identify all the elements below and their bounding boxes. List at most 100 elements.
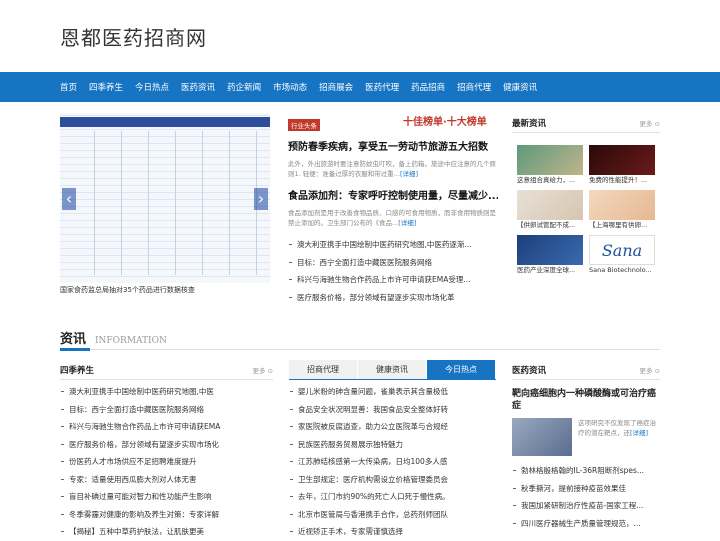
latest-more-label: 更多 xyxy=(639,119,653,128)
seasonal-health-column: 四季养生 更多 ⊙ 澳大利亚携手中国绘制中医药研究地图,中医 目标：西宁全面打造… xyxy=(60,360,273,541)
pharma-news-column: 医药资讯 更多 ⊙ 靶向癌细胞内一种磷酸酶或可治疗癌症 这项研究不仅发现了癌症治… xyxy=(512,360,660,532)
thumb-caption[interactable]: 免费的性能提升！... xyxy=(589,175,657,186)
nav-market[interactable]: 市场动态 xyxy=(273,81,307,93)
slider-prev-icon[interactable]: ‹ xyxy=(62,188,76,210)
list-item[interactable]: 秋季撕河，提前接种疫苗效果佳 xyxy=(512,480,660,498)
thumb-item[interactable]: Sana Sana Biotechnolo... xyxy=(589,235,657,276)
seasonal-health-list: 澳大利亚携手中国绘制中医药研究地图,中医 目标：西宁全面打造中藏医医院服务网络 … xyxy=(60,383,273,541)
list-item[interactable]: 我国加紧研制治疗性疫苗-国家工程... xyxy=(512,497,660,515)
feature-more-link[interactable]: [详细] xyxy=(630,429,648,437)
thumb-image[interactable] xyxy=(589,145,655,175)
latest-news-header: 最新资讯 更多 ⊙ xyxy=(512,113,660,133)
site-header: 恩都医药招商网 xyxy=(0,0,720,72)
list-item[interactable]: 婴儿米粉的砷含量问题，雀巢表示其含量极低 xyxy=(289,383,496,401)
nav-pharma-agent[interactable]: 医药代理 xyxy=(365,81,399,93)
site-logo[interactable]: 恩都医药招商网 xyxy=(60,22,207,51)
nav-company-news[interactable]: 药企新闻 xyxy=(227,81,261,93)
headline-more-link[interactable]: [详细] xyxy=(400,170,418,178)
list-item[interactable]: 江苏肺结核感第一大传染病，日均100多人感 xyxy=(289,453,496,471)
list-item[interactable]: 专家：适量使用西瓜膨大剂对人体无害 xyxy=(60,471,273,489)
nav-drug-invest[interactable]: 药品招商 xyxy=(411,81,445,93)
list-item[interactable]: 近视矫正手术，专家需谨慎选择 xyxy=(289,523,496,541)
tab-invest-agent[interactable]: 招商代理 xyxy=(289,360,357,379)
seasonal-more-label: 更多 xyxy=(252,366,266,375)
list-item[interactable]: 冬季雾霾对健康的影响及养生对策：专家详解 xyxy=(60,506,273,524)
seasonal-more-link[interactable]: 更多 ⊙ xyxy=(252,365,273,375)
list-item[interactable]: 盲目补碘过量可能对智力和性功能产生影响 xyxy=(60,488,273,506)
headline-title[interactable]: 预防春季疾病，享受五一劳动节旅游五大招数 xyxy=(288,138,498,153)
thumb-image[interactable] xyxy=(517,235,583,265)
headline-title-2[interactable]: 食品添加剂：专家呼吁控制使用量，尽量减少... xyxy=(288,187,498,202)
feature-image[interactable] xyxy=(512,418,572,456)
chevron-right-icon: ⊙ xyxy=(654,119,660,128)
seasonal-health-title: 四季养生 xyxy=(60,365,95,376)
seasonal-health-header: 四季养生 更多 ⊙ xyxy=(60,360,273,380)
list-item[interactable]: 科兴与海驰生物合作药品上市许可申请获EMA xyxy=(60,418,273,436)
list-item[interactable]: 澳大利亚携手中国绘制中医药研究地图,中医药逐渐... xyxy=(288,236,498,254)
list-item[interactable]: 卫生部规定：医疗机构需设立价格管理委员会 xyxy=(289,471,496,489)
list-item[interactable]: 医疗服务价格，部分领域有望逐步实现市场化革 xyxy=(288,289,498,307)
tab-today-hot[interactable]: 今日热点 xyxy=(427,360,495,379)
pharma-news-title: 医药资讯 xyxy=(512,365,547,376)
pharma-more-link[interactable]: 更多 ⊙ xyxy=(639,365,660,375)
list-item[interactable]: 食品安全状况明显善：我国食品安全整体好转 xyxy=(289,401,496,419)
thumb-caption[interactable]: 【上海哪里有供卵... xyxy=(589,220,657,231)
info-section-title: 资讯 xyxy=(60,332,87,347)
news-tabs: 招商代理 健康资讯 今日热点 xyxy=(289,360,496,380)
headline-desc-2: 食品添加剂是用于改善食物品质、口感的可食用物质，而非食用物质则是禁止添加的。卫生… xyxy=(288,208,498,228)
thumb-item[interactable]: 免费的性能提升！... xyxy=(589,145,657,186)
nav-expo[interactable]: 招商展会 xyxy=(319,81,353,93)
list-item[interactable]: 北京市医管局与香港携手合作，总药剂师团队 xyxy=(289,506,496,524)
list-item[interactable]: 目标：西宁全面打造中藏医医院服务网络 xyxy=(288,254,498,272)
slider-next-icon[interactable]: › xyxy=(254,188,268,210)
info-section-en: INFORMATION xyxy=(95,336,167,346)
nav-today-hot[interactable]: 今日热点 xyxy=(135,81,169,93)
slider-image-header xyxy=(60,117,270,127)
ranking-banner[interactable]: 十佳榜单·十大榜单 xyxy=(403,113,487,128)
list-item[interactable]: 民族医药服务贸易展示独特魅力 xyxy=(289,436,496,454)
tab-news-list: 婴儿米粉的砷含量问题，雀巢表示其含量极低 食品安全状况明显善：我国食品安全整体好… xyxy=(289,383,496,541)
thumb-image[interactable] xyxy=(589,190,655,220)
nav-pharma-news[interactable]: 医药资讯 xyxy=(181,81,215,93)
nav-health-info[interactable]: 健康资讯 xyxy=(503,81,537,93)
list-item[interactable]: 【揭秘】五种中草药护肤法，让肌肤更美 xyxy=(60,523,273,541)
headline-desc-2-text: 食品添加剂是用于改善食物品质、口感的可食用物质，而非食用物质则是禁止添加的。卫生… xyxy=(288,209,496,227)
latest-more-link[interactable]: 更多 ⊙ xyxy=(639,118,660,128)
list-item[interactable]: 科兴与海驰生物合作药品上市许可申请获EMA受理... xyxy=(288,271,498,289)
tab-health-info[interactable]: 健康资讯 xyxy=(358,360,426,379)
headline-block: 行业头条 十佳榜单·十大榜单 预防春季疾病，享受五一劳动节旅游五大招数 此外，外… xyxy=(288,113,498,228)
feature-title[interactable]: 靶向癌细胞内一种磷酸酶或可治疗癌症 xyxy=(512,388,660,412)
list-item[interactable]: 去年，江门市约90%的死亡人口死于慢性病。 xyxy=(289,488,496,506)
thumb-image[interactable] xyxy=(517,145,583,175)
feature-card: 这项研究不仅发现了癌症治疗的潜在靶点，还[详细] xyxy=(512,418,660,456)
thumb-item[interactable]: 【上海哪里有供卵... xyxy=(589,190,657,231)
list-item[interactable]: 医疗服务价格，部分领域有望逐步实现市场化 xyxy=(60,436,273,454)
thumb-item[interactable]: 医药产业深度全球... xyxy=(517,235,585,276)
slider-caption[interactable]: 国家食药监总局抽对35个药品进行数据核查 xyxy=(60,285,195,295)
top-section: ‹ › 国家食药监总局抽对35个药品进行数据核查 行业头条 十佳榜单·十大榜单 … xyxy=(60,108,660,308)
headline-desc-text: 此外，外出旅游时要注意防蚊虫叮咬，备上药箱。旅途中应注意的几个原则1. 轻便：准… xyxy=(288,160,496,178)
thumb-item[interactable]: 这意组合真给力，... xyxy=(517,145,585,186)
thumb-caption[interactable]: Sana Biotechnolo... xyxy=(589,265,657,276)
list-item[interactable]: 份医药人才市场供应不足招聘难度提升 xyxy=(60,453,273,471)
headline-more-link-2[interactable]: [详细] xyxy=(398,219,416,227)
list-item[interactable]: 目标：西宁全面打造中藏医医院服务网络 xyxy=(60,401,273,419)
list-item[interactable]: 四川医疗器械生产质量管理规范，... xyxy=(512,515,660,533)
nav-home[interactable]: 首页 xyxy=(60,81,77,93)
thumb-caption[interactable]: 医药产业深度全球... xyxy=(517,265,585,276)
thumb-image[interactable] xyxy=(517,190,583,220)
feature-desc: 这项研究不仅发现了癌症治疗的潜在靶点，还[详细] xyxy=(578,418,660,456)
list-item[interactable]: 家医院被反腐逍查，助力公立医院革与合规经 xyxy=(289,418,496,436)
nav-invest-agent[interactable]: 招商代理 xyxy=(457,81,491,93)
slider-image-grid xyxy=(68,131,262,275)
thumb-caption[interactable]: 这意组合真给力，... xyxy=(517,175,585,186)
image-slider[interactable]: ‹ › xyxy=(60,113,270,283)
nav-seasonal-health[interactable]: 四季养生 xyxy=(89,81,123,93)
thumb-caption[interactable]: 【供卵试管配不成... xyxy=(517,220,585,231)
thumb-item[interactable]: 【供卵试管配不成... xyxy=(517,190,585,231)
info-section-header: 资讯 INFORMATION xyxy=(60,328,660,351)
latest-news-title: 最新资讯 xyxy=(512,118,547,129)
sana-logo-image[interactable]: Sana xyxy=(589,235,655,265)
list-item[interactable]: 勃林格殷格翰的IL-36R阻断剂spes... xyxy=(512,462,660,480)
list-item[interactable]: 澳大利亚携手中国绘制中医药研究地图,中医 xyxy=(60,383,273,401)
